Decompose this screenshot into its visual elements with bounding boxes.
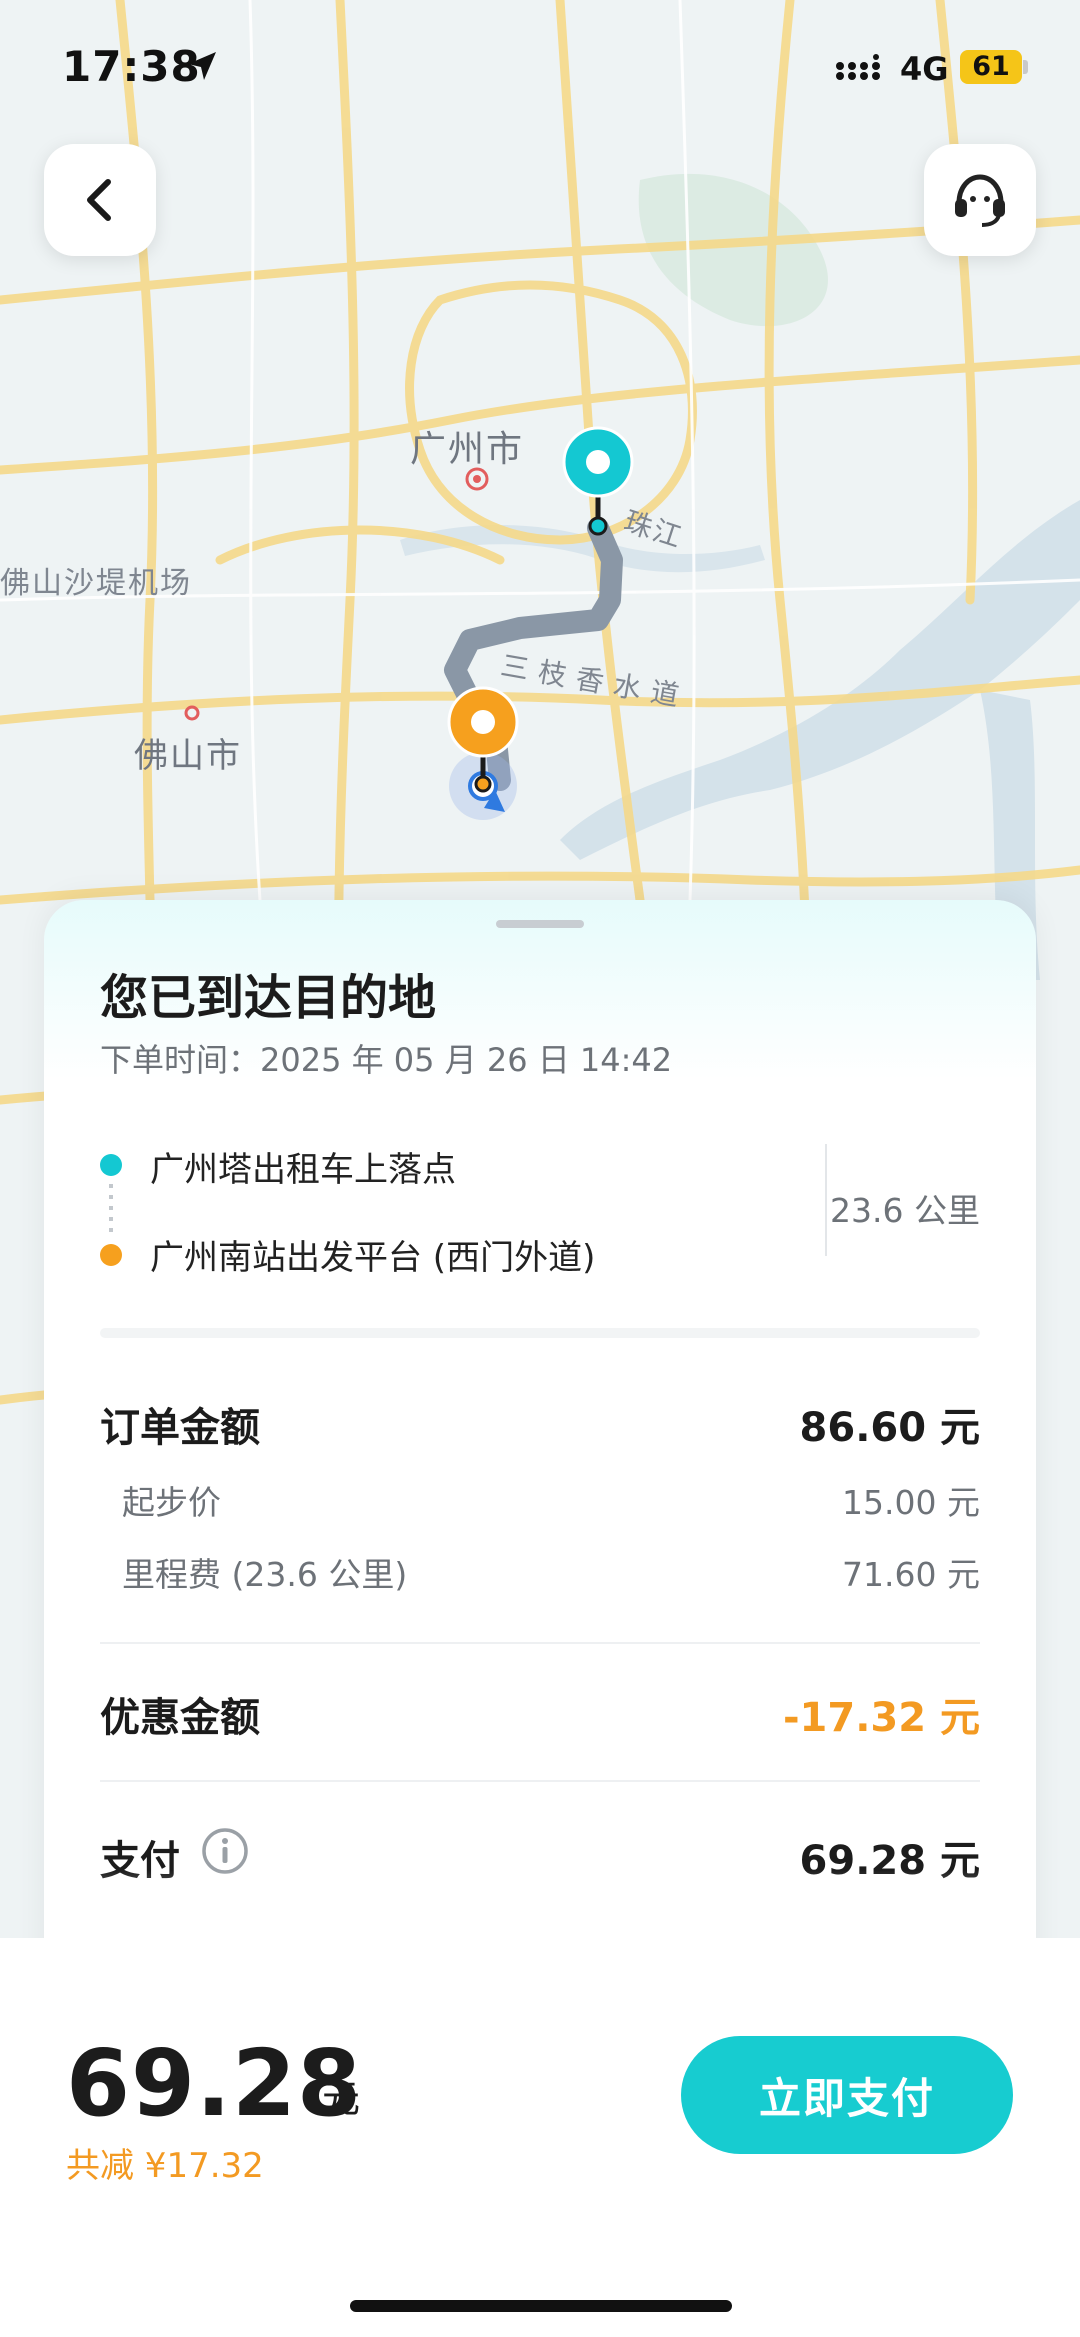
info-icon[interactable] xyxy=(200,1826,250,1876)
map-label-foshan: 佛山市 xyxy=(134,736,242,776)
status-time: 17:38 xyxy=(62,42,201,91)
route-dotted-line xyxy=(109,1184,113,1236)
map-label-guangzhou: 广州市 xyxy=(410,429,525,470)
status-bar: 17:38 4G 61 xyxy=(0,0,1080,130)
arrival-title: 您已到达目的地 xyxy=(100,970,437,1026)
base-fare-value: 15.00 元 xyxy=(842,1483,980,1522)
back-button[interactable] xyxy=(44,144,156,256)
route-divider xyxy=(825,1144,827,1256)
trip-distance: 23.6 公里 xyxy=(830,1191,980,1230)
end-location: 广州南站出发平台 (西门外道) xyxy=(150,1238,596,1278)
network-type: 4G xyxy=(900,50,949,88)
discount-value: -17.32 元 xyxy=(782,1695,980,1741)
start-location: 广州塔出租车上落点 xyxy=(150,1150,456,1190)
chevron-left-icon xyxy=(87,179,111,221)
route-summary: 广州塔出租车上落点 广州南站出发平台 (西门外道) 23.6 公里 xyxy=(100,1132,980,1278)
home-indicator[interactable] xyxy=(350,2300,732,2312)
divider xyxy=(100,1780,980,1782)
trip-detail-sheet: 您已到达目的地 下单时间：2025 年 05 月 26 日 14:42 广州塔出… xyxy=(44,900,1036,2000)
order-time: 下单时间：2025 年 05 月 26 日 14:42 xyxy=(100,1041,673,1079)
battery-icon: 61 xyxy=(960,50,1022,84)
pay-now-button[interactable]: 立即支付 xyxy=(681,2036,1013,2154)
section-separator xyxy=(100,1328,980,1338)
headset-icon xyxy=(955,174,1005,227)
cellular-signal-icon xyxy=(836,54,880,80)
end-dot-icon xyxy=(100,1244,122,1266)
sheet-drag-handle[interactable] xyxy=(496,920,584,928)
mileage-fee-label: 里程费 (23.6 公里) xyxy=(122,1555,408,1594)
total-currency: 元 xyxy=(322,2077,361,2121)
order-amount-label: 订单金额 xyxy=(100,1405,260,1451)
order-amount-value: 86.60 元 xyxy=(799,1405,980,1451)
map-label-airport: 佛山沙堤机场 xyxy=(0,566,192,601)
base-fare-label: 起步价 xyxy=(122,1483,221,1522)
location-arrow-icon xyxy=(188,52,216,80)
total-amount: 69.28 xyxy=(66,2030,363,2137)
total-savings: 共减 ¥17.32 xyxy=(66,2146,264,2186)
customer-service-button[interactable] xyxy=(924,144,1036,256)
sheet-fade xyxy=(44,1870,1036,1940)
start-dot-icon xyxy=(100,1154,122,1176)
payment-bar: 69.28 元 共减 ¥17.32 立即支付 xyxy=(0,1938,1080,2337)
mileage-fee-value: 71.60 元 xyxy=(842,1555,980,1594)
divider xyxy=(100,1642,980,1644)
discount-label: 优惠金额 xyxy=(100,1695,260,1741)
battery-cap xyxy=(1023,60,1028,74)
